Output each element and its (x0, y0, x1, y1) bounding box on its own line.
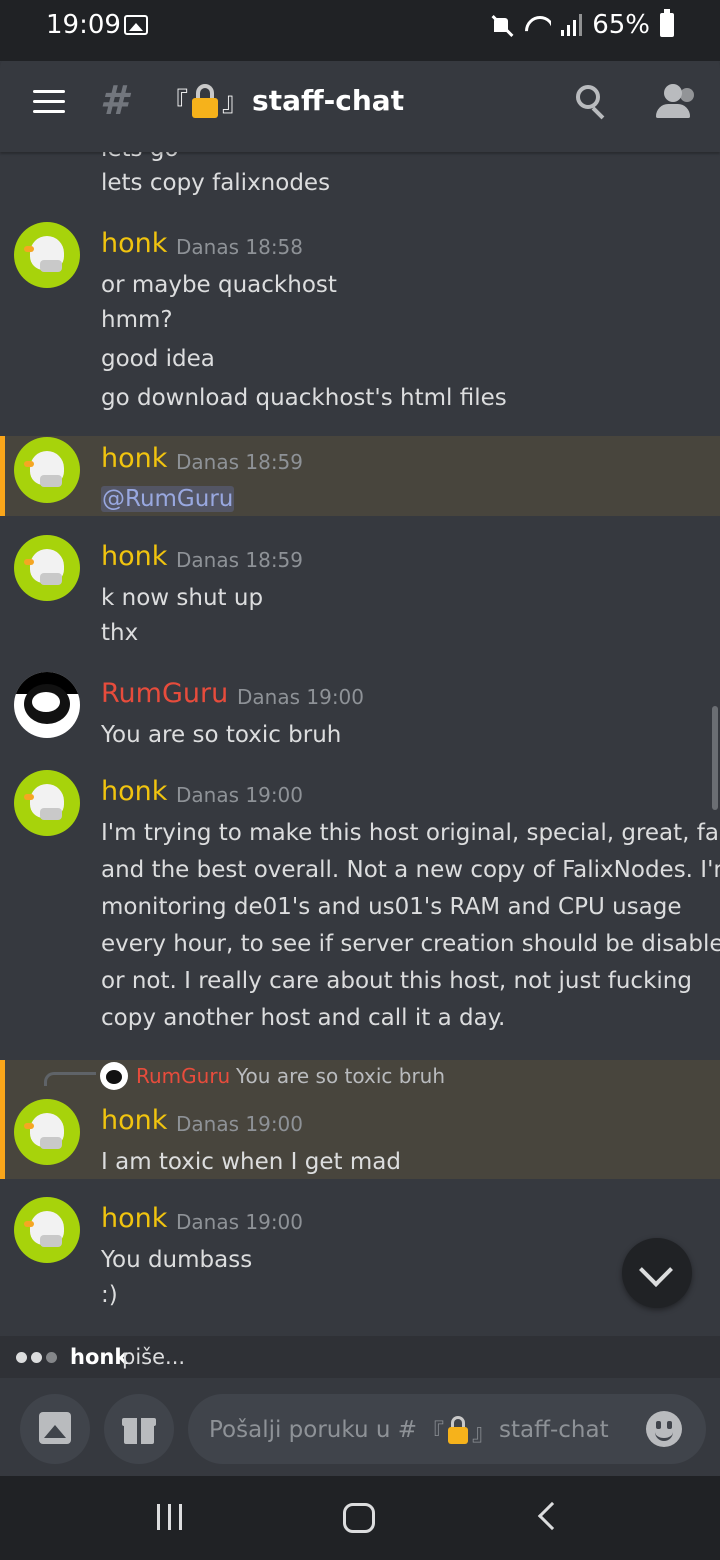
message-timestamp: Danas 19:00 (237, 685, 365, 709)
signal-icon (561, 14, 583, 36)
message-line: k now shut up (101, 585, 264, 611)
message-line: or not. I really care about this host, n… (101, 968, 692, 994)
gallery-notification-icon (124, 15, 148, 35)
menu-icon[interactable] (33, 90, 65, 114)
wifi-icon (523, 14, 551, 36)
reply-author[interactable]: RumGuru (136, 1064, 230, 1088)
avatar[interactable] (14, 535, 80, 601)
typing-text: piše... (122, 1345, 186, 1369)
message-line: go download quackhost's html files (101, 385, 507, 411)
avatar[interactable] (14, 770, 80, 836)
home-icon[interactable] (343, 1503, 375, 1533)
message-line: hmm? (101, 307, 173, 333)
status-right: 65% (491, 9, 674, 40)
message-timestamp: Danas 18:59 (176, 450, 304, 474)
message-line: You dumbass (101, 1247, 253, 1273)
channel-name: staff-chat (252, 84, 405, 117)
channel-title[interactable]: 『 』 staff-chat (162, 82, 404, 119)
search-icon[interactable] (576, 85, 610, 120)
members-icon[interactable] (656, 84, 698, 118)
typing-user: honk (70, 1345, 129, 1369)
gift-icon (122, 1414, 156, 1444)
typing-dots-icon (16, 1352, 57, 1363)
avatar[interactable] (14, 672, 80, 738)
chevron-down-icon (639, 1253, 673, 1287)
message-author[interactable]: RumGuru (101, 678, 228, 709)
user-mention[interactable]: @RumGuru (101, 486, 235, 512)
lock-icon (448, 1416, 469, 1444)
text-channel-icon: # (100, 78, 128, 124)
typing-indicator: honk piše... (0, 1336, 720, 1378)
emoji-icon[interactable] (646, 1411, 682, 1447)
message-timestamp: Danas 19:00 (176, 1112, 304, 1136)
lock-icon (192, 83, 219, 118)
avatar[interactable] (14, 437, 80, 503)
mute-icon (491, 14, 513, 36)
composer-bar: Pošalji poruku u # 『 』 staff-chat (0, 1378, 720, 1476)
battery-icon (660, 9, 674, 37)
message-line: :) (101, 1282, 118, 1308)
back-icon[interactable] (537, 1501, 567, 1531)
message-author[interactable]: honk (101, 776, 167, 807)
message-timestamp: Danas 19:00 (176, 783, 304, 807)
reply-preview[interactable]: You are so toxic bruh (236, 1064, 445, 1088)
message-author[interactable]: honk (101, 443, 167, 474)
status-time: 19:09 (46, 10, 121, 40)
message-line: lets copy falixnodes (101, 170, 331, 196)
avatar[interactable] (14, 222, 80, 288)
message-line: monitoring de01's and us01's RAM and CPU… (101, 894, 682, 920)
message-line: copy another host and call it a day. (101, 1005, 506, 1031)
message-line: thx (101, 620, 139, 646)
message-line: I'm trying to make this host original, s… (101, 820, 720, 846)
message-line: and the best overall. Not a new copy of … (101, 857, 720, 883)
message-input-placeholder: Pošalji poruku u # 『 』 staff-chat (209, 1416, 609, 1446)
message-line: good idea (101, 346, 215, 372)
message-line: every hour, to see if server creation sh… (101, 931, 720, 957)
reply-connector (44, 1072, 96, 1086)
image-icon (39, 1412, 71, 1444)
message-line: or maybe quackhost (101, 272, 337, 298)
jump-to-bottom-button[interactable] (622, 1238, 692, 1308)
message-line: You are so toxic bruh (101, 722, 342, 748)
message-author[interactable]: honk (101, 541, 167, 572)
avatar[interactable] (14, 1099, 80, 1165)
message-author[interactable]: honk (101, 228, 167, 259)
avatar[interactable] (14, 1197, 80, 1263)
message-input[interactable]: Pošalji poruku u # 『 』 staff-chat (188, 1394, 706, 1464)
reply-avatar (100, 1062, 128, 1090)
message-line: I am toxic when I get mad (101, 1149, 401, 1175)
message-author[interactable]: honk (101, 1203, 167, 1234)
scrollbar-thumb[interactable] (712, 706, 718, 810)
recent-apps-icon[interactable] (157, 1504, 182, 1530)
battery-percent: 65% (592, 10, 650, 40)
message-timestamp: Danas 19:00 (176, 1210, 304, 1234)
message-timestamp: Danas 18:58 (176, 235, 304, 259)
message-list[interactable]: lets go lets copy falixnodes honk Danas … (0, 152, 720, 1336)
message-timestamp: Danas 18:59 (176, 548, 304, 572)
attach-image-button[interactable] (20, 1394, 90, 1464)
channel-header: # 『 』 staff-chat (0, 51, 720, 152)
gift-button[interactable] (104, 1394, 174, 1464)
message-line: lets go (101, 152, 179, 162)
message-author[interactable]: honk (101, 1105, 167, 1136)
status-bar: 19:09 65% (0, 0, 720, 52)
system-nav-bar (0, 1476, 720, 1560)
